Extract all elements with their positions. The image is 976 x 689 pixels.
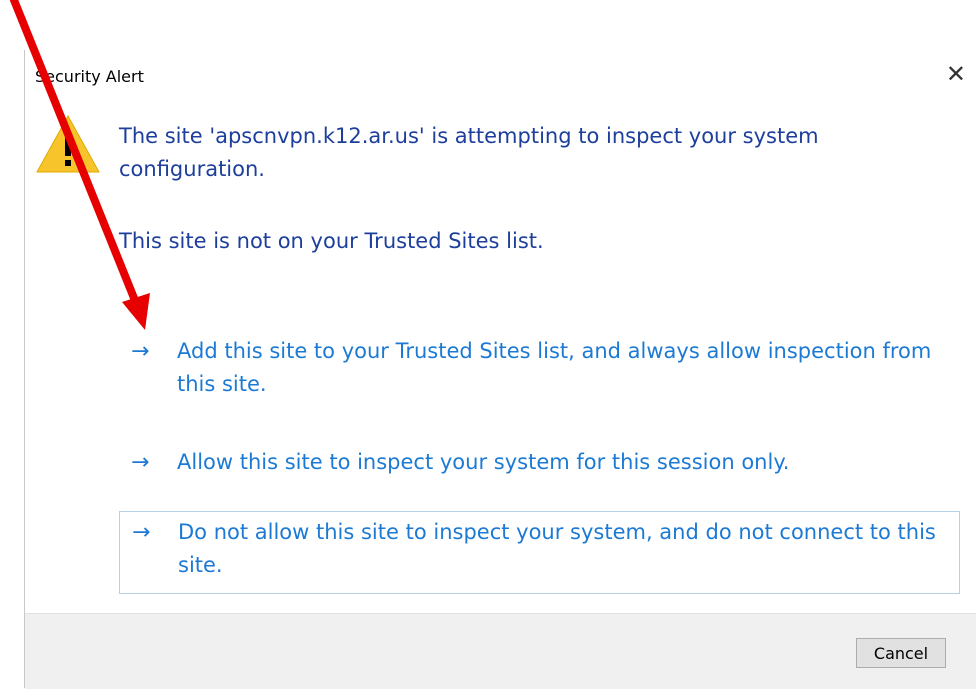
security-alert-dialog: Security Alert ✕ The site 'apscnvpn.k12.…	[24, 50, 976, 689]
arrow-right-icon: →	[131, 450, 150, 475]
dialog-footer: Cancel	[25, 613, 976, 689]
allow-session-only-option[interactable]: → Allow this site to inspect your system…	[119, 442, 960, 483]
option-label: Do not allow this site to inspect your s…	[178, 520, 936, 577]
option-label: Allow this site to inspect your system f…	[177, 450, 790, 474]
cancel-button[interactable]: Cancel	[856, 638, 946, 668]
add-to-trusted-sites-option[interactable]: → Add this site to your Trusted Sites li…	[119, 331, 960, 405]
warning-icon	[36, 114, 100, 173]
dialog-title: Security Alert	[35, 67, 144, 86]
option-label: Add this site to your Trusted Sites list…	[177, 339, 932, 396]
arrow-right-icon: →	[132, 520, 151, 545]
not-trusted-message: This site is not on your Trusted Sites l…	[119, 229, 544, 253]
do-not-allow-option[interactable]: → Do not allow this site to inspect your…	[119, 511, 960, 594]
arrow-right-icon: →	[131, 339, 150, 364]
close-icon[interactable]: ✕	[946, 62, 966, 86]
inspection-message: The site 'apscnvpn.k12.ar.us' is attempt…	[119, 124, 819, 181]
